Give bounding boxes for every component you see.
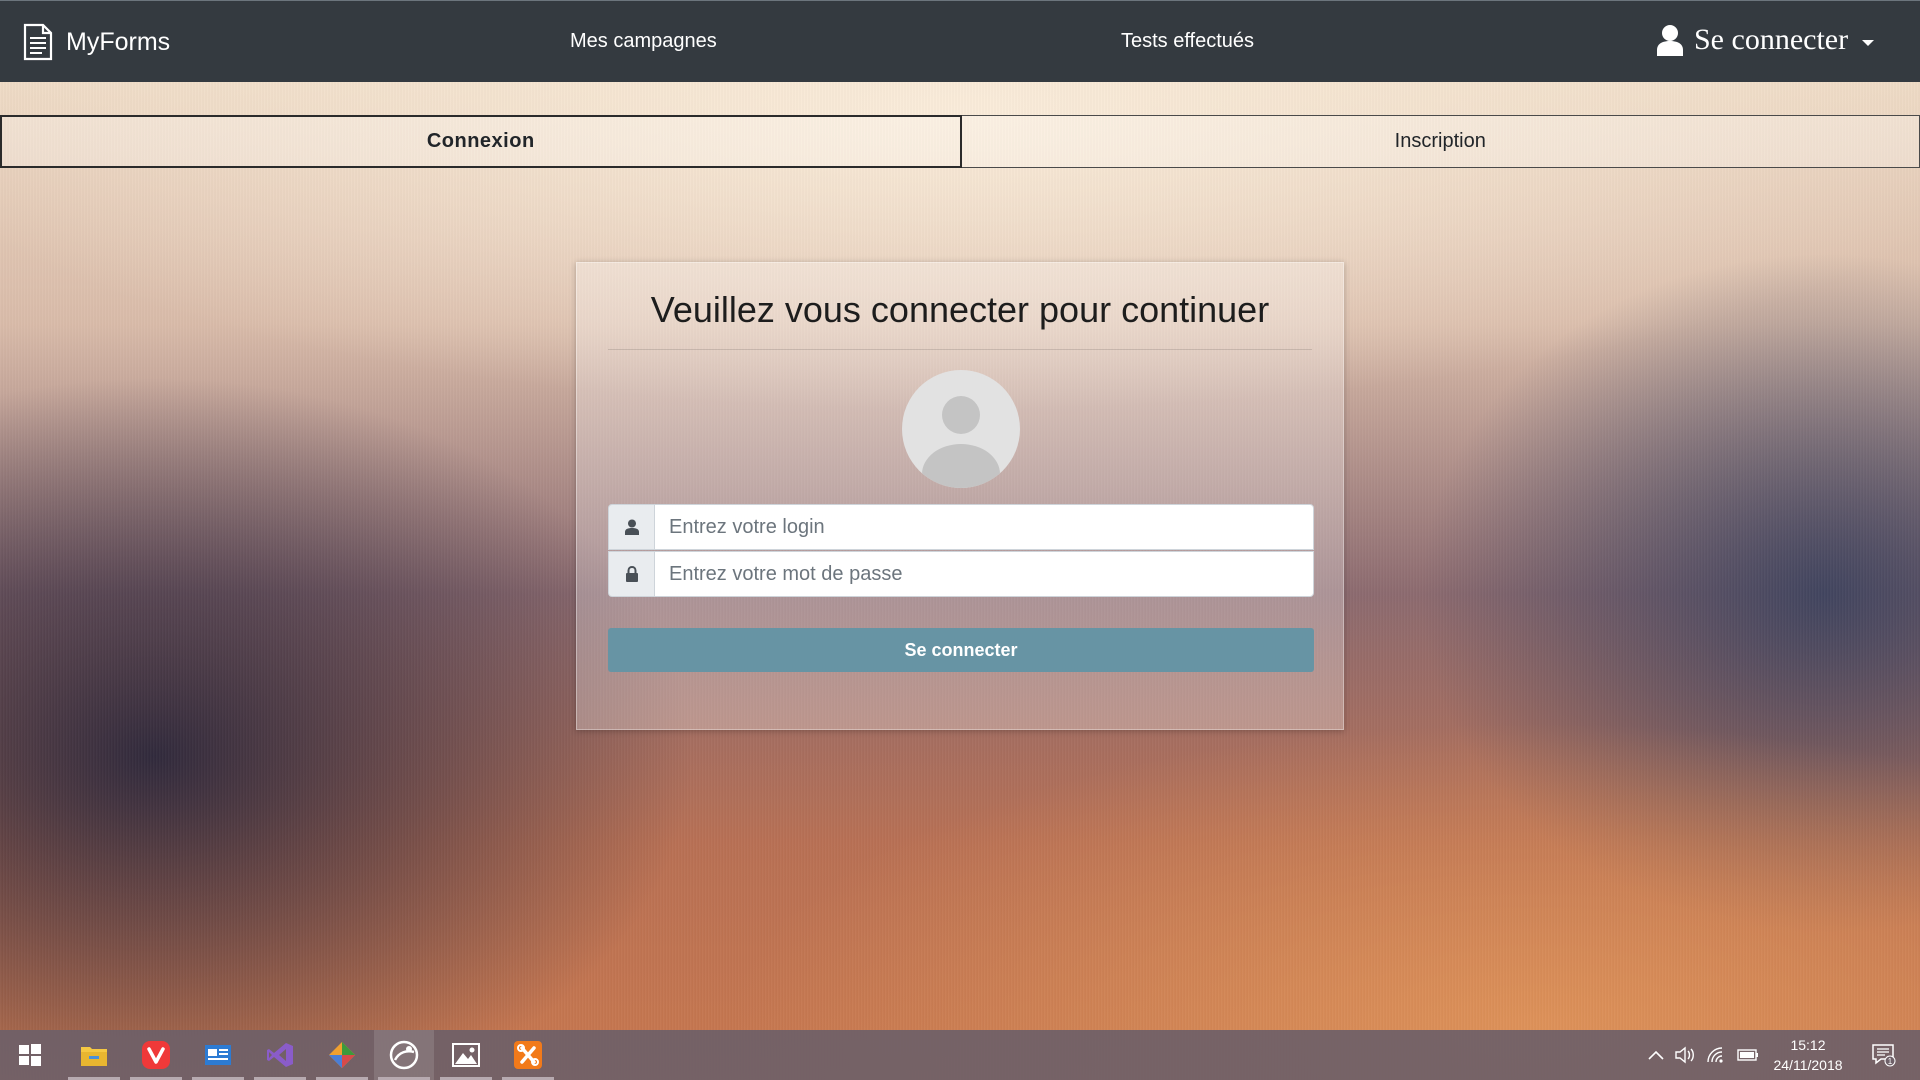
password-addon: [608, 551, 654, 597]
avatar-head: [942, 396, 980, 434]
visual-studio-icon[interactable]: [250, 1030, 310, 1080]
submit-login-button[interactable]: Se connecter: [608, 628, 1314, 672]
login-card-title: Veuillez vous connecter pour continuer: [650, 289, 1270, 330]
windows-start-icon[interactable]: [0, 1030, 60, 1080]
file-explorer-icon[interactable]: [64, 1030, 124, 1080]
avatar-body: [922, 444, 1000, 488]
login-input-group: [608, 504, 1314, 550]
lock-icon: [625, 566, 638, 582]
password-input-group: [608, 551, 1314, 597]
user-icon: [1657, 25, 1683, 56]
tab-connexion[interactable]: Connexion: [0, 115, 962, 168]
wifi-icon[interactable]: [1705, 1043, 1729, 1067]
nav-link-campagnes[interactable]: Mes campagnes: [570, 30, 717, 53]
document-icon: [23, 23, 53, 61]
volume-icon[interactable]: [1673, 1043, 1697, 1067]
brand-link[interactable]: MyForms: [22, 23, 170, 61]
caret-down-icon: [1862, 40, 1875, 46]
top-navbar: MyForms Mes campagnes Tests effectués Se…: [0, 0, 1920, 82]
login-card: Veuillez vous connecter pour continuer S…: [576, 262, 1344, 730]
windows-taskbar: 15:12 24/11/2018 1: [0, 1030, 1920, 1080]
brand-name: MyForms: [66, 27, 171, 56]
chevron-up-icon[interactable]: [1646, 1043, 1666, 1067]
avatar-placeholder-icon: [902, 370, 1020, 488]
photos-icon[interactable]: [436, 1030, 496, 1080]
xampp-icon[interactable]: [498, 1030, 558, 1080]
login-input[interactable]: [654, 504, 1314, 550]
card-divider: [608, 349, 1312, 350]
clock-date: 24/11/2018: [1773, 1057, 1843, 1073]
user-icon: [624, 519, 639, 535]
notification-center-icon[interactable]: 1: [1866, 1043, 1902, 1067]
email-app-icon[interactable]: [188, 1030, 248, 1080]
clock-time: 15:12: [1790, 1037, 1826, 1053]
login-addon: [608, 504, 654, 550]
git-icon[interactable]: [312, 1030, 372, 1080]
login-dropdown[interactable]: Se connecter: [1656, 23, 1875, 57]
eclipse-icon[interactable]: [374, 1030, 434, 1080]
notification-count: 1: [1888, 1057, 1893, 1066]
taskbar-clock[interactable]: 15:12 24/11/2018: [1766, 1035, 1850, 1075]
nav-link-tests[interactable]: Tests effectués: [1121, 30, 1254, 53]
auth-tabs: Connexion Inscription: [0, 115, 1920, 168]
battery-icon[interactable]: [1736, 1043, 1760, 1067]
vivaldi-icon[interactable]: [126, 1030, 186, 1080]
password-input[interactable]: [654, 551, 1314, 597]
tab-inscription[interactable]: Inscription: [961, 115, 1920, 168]
login-dropdown-label: Se connecter: [1694, 23, 1849, 56]
